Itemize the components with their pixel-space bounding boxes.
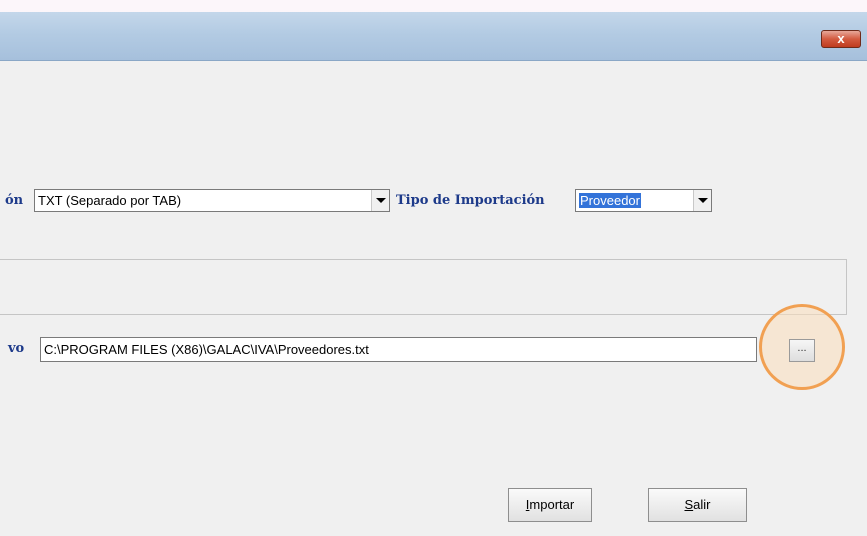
- import-type-label: Tipo de Importación: [396, 193, 545, 208]
- file-label: vo: [8, 341, 25, 356]
- chevron-down-icon[interactable]: [693, 190, 711, 211]
- ellipsis-icon: ...: [797, 342, 807, 354]
- chevron-down-icon[interactable]: [371, 190, 389, 211]
- import-button-label: mportar: [529, 497, 575, 512]
- exit-button-mnemonic: S: [684, 497, 694, 512]
- import-type-select[interactable]: Proveedor: [575, 189, 712, 212]
- import-button[interactable]: Importar: [508, 488, 592, 522]
- close-icon: x: [837, 31, 845, 46]
- exit-button-label: alir: [693, 497, 711, 512]
- top-edge: [0, 0, 867, 12]
- import-type-select-value: Proveedor: [579, 193, 641, 208]
- format-select-value: TXT (Separado por TAB): [38, 193, 182, 208]
- close-button[interactable]: x: [821, 30, 861, 48]
- file-path-field[interactable]: C:\PROGRAM FILES (X86)\GALAC\IVA\Proveed…: [40, 337, 757, 362]
- window-titlebar[interactable]: x: [0, 12, 867, 61]
- format-label: ón: [5, 193, 24, 208]
- file-path-value: C:\PROGRAM FILES (X86)\GALAC\IVA\Proveed…: [44, 342, 369, 357]
- exit-button[interactable]: Salir: [648, 488, 747, 522]
- file-groupbox: [0, 259, 847, 315]
- browse-button[interactable]: ...: [789, 339, 815, 362]
- format-select[interactable]: TXT (Separado por TAB): [34, 189, 390, 212]
